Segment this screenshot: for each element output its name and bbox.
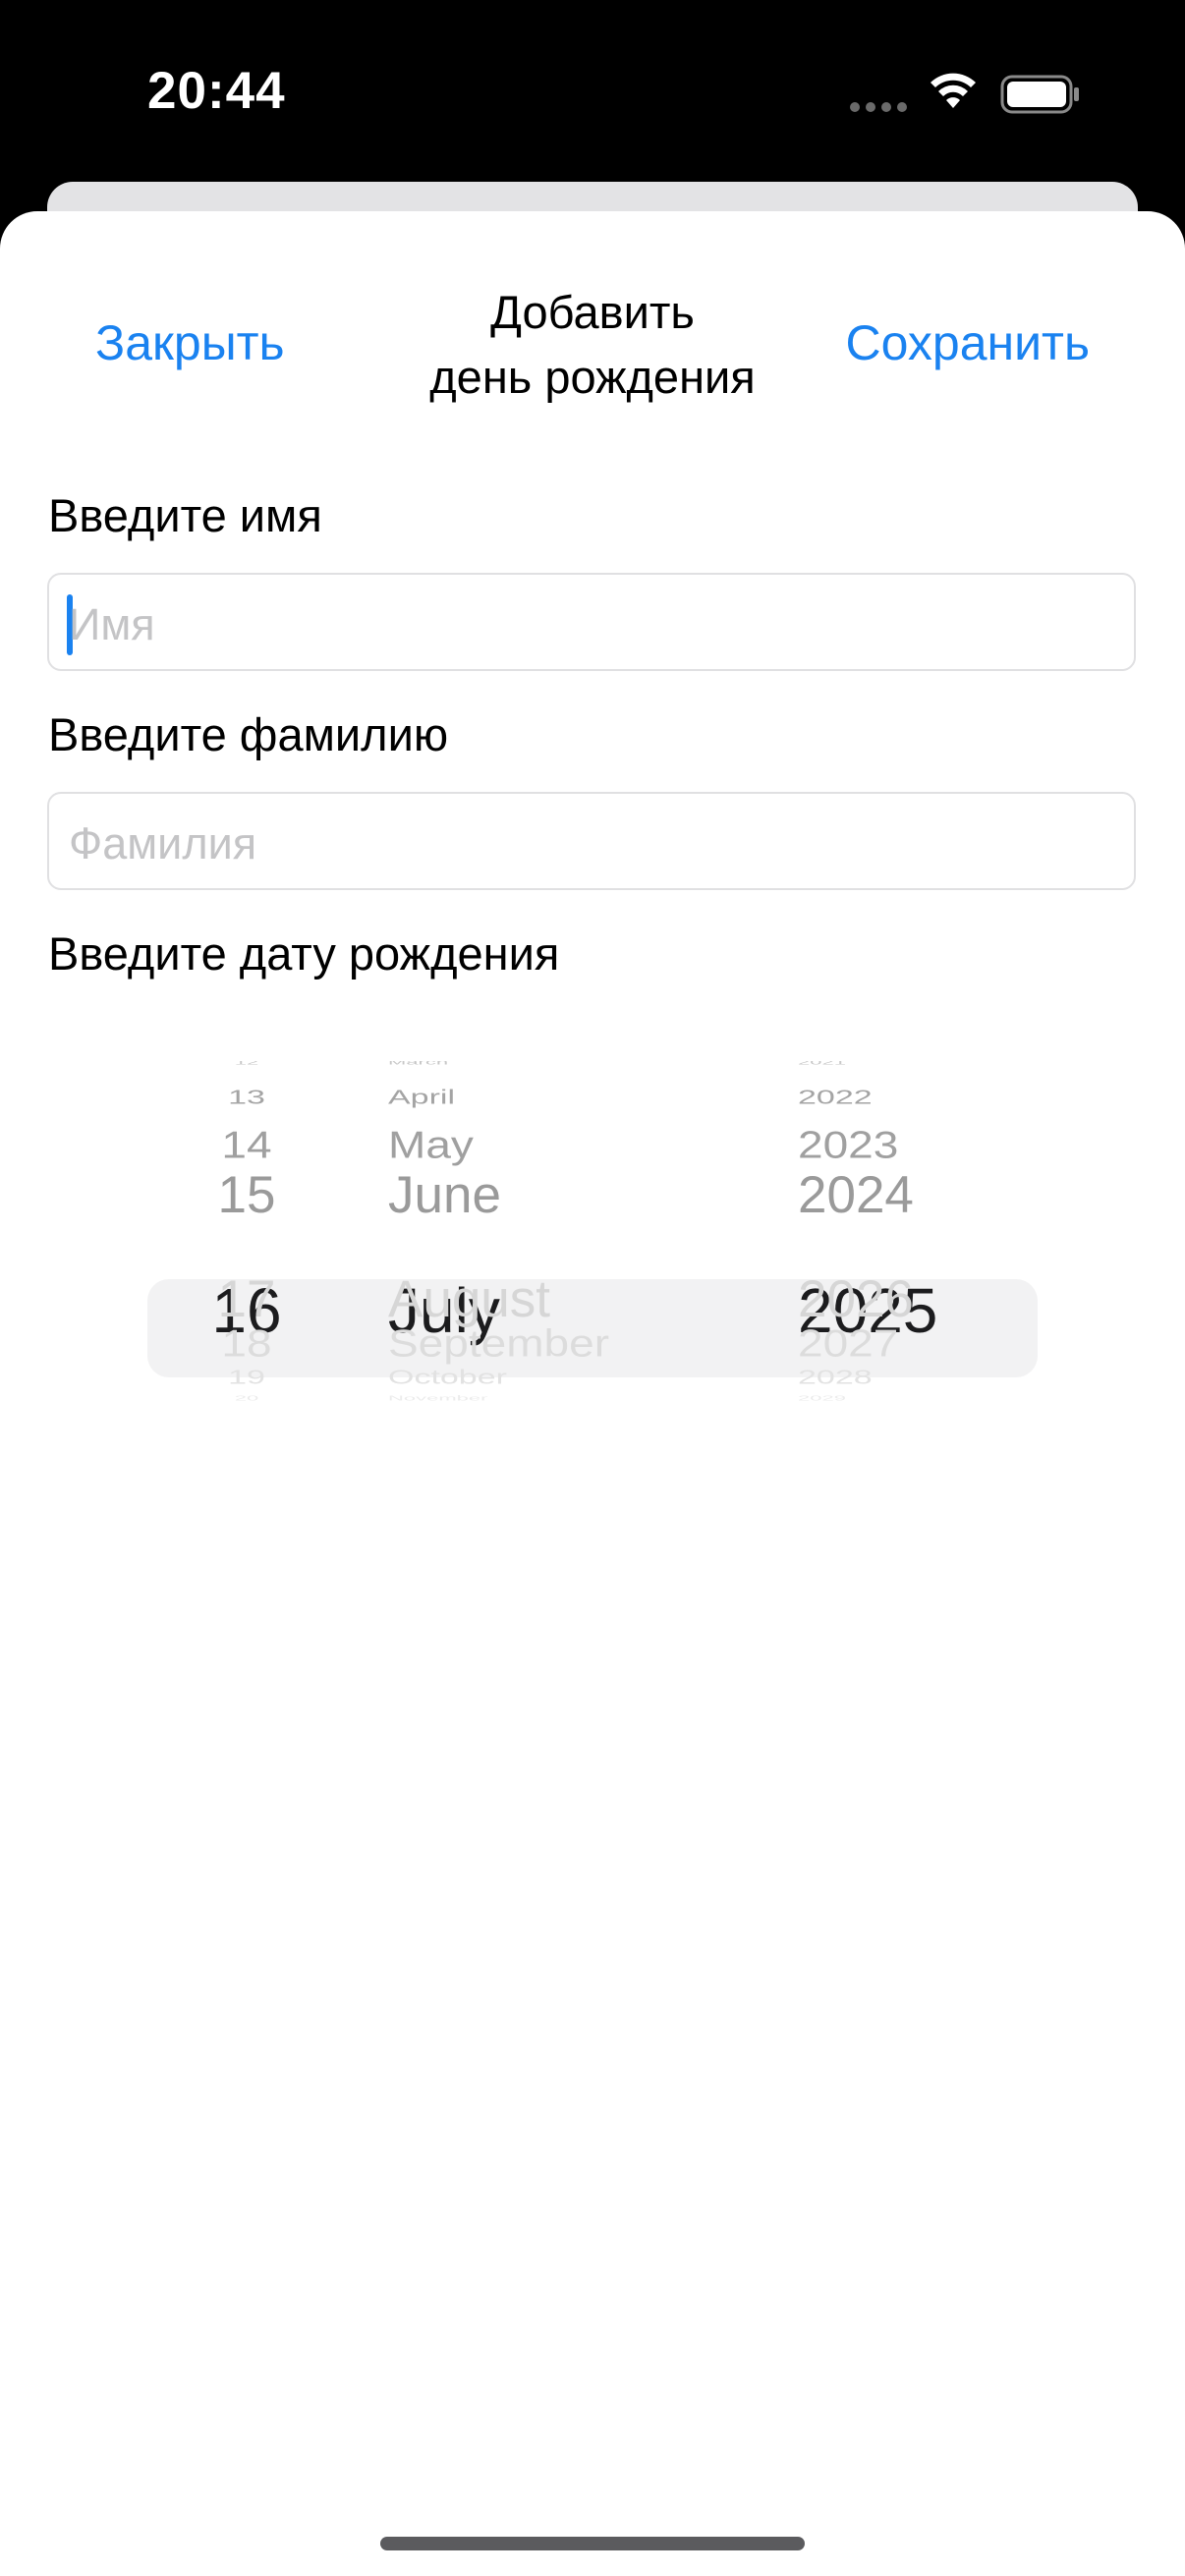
surname-field[interactable]: Фамилия xyxy=(47,792,1136,890)
picker-day-item[interactable]: 19 xyxy=(207,1368,286,1387)
picker-month-item[interactable]: November xyxy=(388,1394,487,1402)
picker-day-item[interactable]: 17 xyxy=(207,1273,286,1325)
picker-year-item[interactable]: 2023 xyxy=(798,1125,898,1163)
picker-month-item[interactable]: April xyxy=(388,1088,455,1107)
picker-month-item[interactable]: October xyxy=(388,1368,507,1387)
close-button[interactable]: Закрыть xyxy=(95,314,285,371)
birthdate-label: Введите дату рождения xyxy=(48,927,560,980)
picker-month-item[interactable]: June xyxy=(388,1169,501,1221)
picker-month-item[interactable]: May xyxy=(388,1125,474,1163)
picker-year-item[interactable]: 2027 xyxy=(798,1323,898,1362)
picker-month-item[interactable]: September xyxy=(388,1323,609,1362)
home-indicator xyxy=(380,2537,805,2550)
picker-day-item[interactable]: 13 xyxy=(207,1088,286,1107)
date-picker[interactable]: 12 13 14 15 16 17 18 19 20 March April May June July A… xyxy=(0,1061,1185,1592)
name-field[interactable]: Имя xyxy=(47,573,1136,671)
picker-year-item[interactable]: 2022 xyxy=(798,1088,873,1107)
save-button[interactable]: Сохранить xyxy=(846,314,1090,371)
name-placeholder: Имя xyxy=(69,599,155,649)
wifi-icon xyxy=(931,73,976,108)
battery-icon xyxy=(1000,75,1079,114)
picker-year-item[interactable]: 2029 xyxy=(798,1394,846,1402)
picker-day-item[interactable]: 18 xyxy=(207,1323,286,1362)
sheet-title-line2: день рождения xyxy=(429,351,756,403)
sheet-title-line1: Добавить xyxy=(490,286,695,338)
picker-day-item[interactable]: 14 xyxy=(207,1125,286,1163)
picker-year-item[interactable]: 2026 xyxy=(798,1273,914,1325)
sheet-title: Добавить день рождения xyxy=(347,280,838,410)
picker-day-item[interactable]: 15 xyxy=(207,1169,286,1221)
surname-placeholder: Фамилия xyxy=(69,818,257,868)
picker-year-item[interactable]: 2028 xyxy=(798,1368,873,1387)
status-time: 20:44 xyxy=(147,62,286,120)
picker-month-item[interactable]: August xyxy=(388,1273,550,1325)
picker-day-item[interactable]: 20 xyxy=(207,1394,286,1402)
cellular-dots-icon xyxy=(850,102,909,112)
status-bar: 20:44 xyxy=(0,0,1185,182)
picker-year-item[interactable]: 2024 xyxy=(798,1169,914,1221)
picker-year-item[interactable]: 2021 xyxy=(798,1061,846,1066)
surname-label: Введите фамилию xyxy=(48,708,449,760)
name-label: Введите имя xyxy=(48,489,322,541)
picker-day-item[interactable]: 12 xyxy=(207,1061,286,1066)
picker-month-item[interactable]: March xyxy=(388,1061,448,1066)
